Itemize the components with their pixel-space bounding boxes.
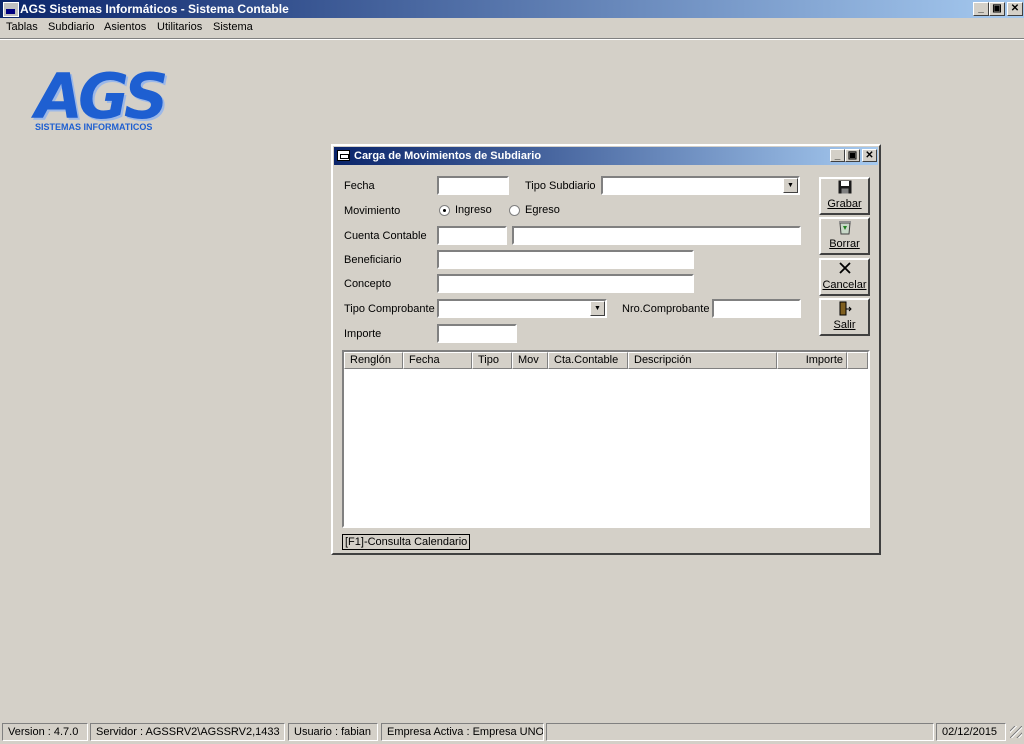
movimiento-label: Movimiento [344, 205, 401, 217]
status-bar: Version : 4.7.0 Servidor : AGSSRV2\AGSSR… [0, 720, 1024, 744]
egreso-radio[interactable] [509, 205, 520, 216]
borrar-button[interactable]: Borrar [819, 217, 870, 255]
menu-asientos[interactable]: Asientos [104, 21, 146, 33]
chevron-down-icon[interactable]: ▼ [783, 178, 798, 193]
status-servidor: Servidor : AGSSRV2\AGSSRV2,1433 [90, 723, 285, 741]
menu-sistema[interactable]: Sistema [213, 21, 253, 33]
app-titlebar: AGS Sistemas Informáticos - Sistema Cont… [0, 0, 1024, 18]
cancelar-label: Cancelar [822, 279, 867, 291]
cuenta-description-input[interactable] [512, 226, 801, 245]
floppy-disk-icon [821, 180, 868, 197]
movimientos-grid[interactable]: Renglón Fecha Tipo Mov Cta.Contable Desc… [342, 350, 870, 528]
importe-label: Importe [344, 328, 382, 340]
movimientos-dialog: Carga de Movimientos de Subdiario _ ▣ ✕ … [331, 144, 881, 555]
menu-divider [0, 39, 1024, 40]
menu-utilitarios[interactable]: Utilitarios [157, 21, 202, 33]
dialog-title: Carga de Movimientos de Subdiario [354, 150, 542, 162]
column-header-filler [847, 352, 868, 369]
borrar-label: Borrar [829, 238, 860, 250]
recycle-bin-icon [821, 220, 868, 238]
fecha-input[interactable] [437, 176, 509, 195]
ingreso-label[interactable]: Ingreso [455, 204, 492, 216]
column-header-tipo[interactable]: Tipo [472, 352, 512, 369]
menu-tablas[interactable]: Tablas [6, 21, 38, 33]
salir-button[interactable]: Salir [819, 298, 870, 336]
logo-subtitle: SISTEMAS INFORMATICOS [35, 122, 153, 132]
status-usuario: Usuario : fabian [288, 723, 378, 741]
status-date: 02/12/2015 [936, 723, 1006, 741]
cancelar-button[interactable]: Cancelar [819, 258, 870, 296]
nro-comprobante-input[interactable] [712, 299, 801, 318]
grabar-button[interactable]: Grabar [819, 177, 870, 215]
restore-button[interactable]: ▣ [989, 2, 1005, 16]
beneficiario-label: Beneficiario [344, 254, 402, 266]
importe-input[interactable] [437, 324, 517, 343]
status-version: Version : 4.7.0 [2, 723, 88, 741]
dialog-maximize-button[interactable]: ▣ [845, 149, 860, 162]
column-header-cta-contable[interactable]: Cta.Contable [548, 352, 628, 369]
cuenta-code-input[interactable] [437, 226, 507, 245]
menu-subdiario[interactable]: Subdiario [48, 21, 94, 33]
dialog-titlebar: Carga de Movimientos de Subdiario _ ▣ ✕ [334, 147, 878, 165]
nro-comprobante-label: Nro.Comprobante [622, 303, 710, 315]
tipo-comprobante-label: Tipo Comprobante [344, 303, 435, 315]
app-window-icon[interactable] [3, 2, 19, 17]
column-header-descripcion[interactable]: Descripción [628, 352, 777, 369]
menu-bar: Tablas Subdiario Asientos Utilitarios Si… [0, 18, 1024, 39]
minimize-button[interactable]: _ [973, 2, 989, 16]
cuenta-contable-label: Cuenta Contable [344, 230, 427, 242]
concepto-label: Concepto [344, 278, 392, 290]
grabar-label: Grabar [827, 198, 862, 210]
chevron-down-icon[interactable]: ▼ [590, 301, 605, 316]
x-mark-icon [821, 261, 868, 278]
salir-label: Salir [833, 319, 856, 331]
column-header-importe[interactable]: Importe [777, 352, 847, 369]
close-button[interactable]: ✕ [1007, 2, 1023, 16]
dialog-window-icon[interactable] [337, 150, 350, 161]
egreso-label[interactable]: Egreso [525, 204, 560, 216]
fecha-label: Fecha [344, 180, 375, 192]
status-empty-panel [546, 723, 934, 741]
status-empresa: Empresa Activa : Empresa UNO [381, 723, 544, 741]
concepto-input[interactable] [437, 274, 694, 293]
ingreso-radio[interactable] [439, 205, 450, 216]
exit-door-icon [821, 301, 868, 319]
beneficiario-input[interactable] [437, 250, 694, 269]
column-header-renglon[interactable]: Renglón [344, 352, 403, 369]
ags-logo: AGS SISTEMAS INFORMATICOS [33, 60, 173, 136]
f1-hint: [F1]-Consulta Calendario [342, 534, 471, 550]
app-title: AGS Sistemas Informáticos - Sistema Cont… [20, 2, 289, 16]
tipo-subdiario-label: Tipo Subdiario [525, 180, 596, 192]
column-header-fecha[interactable]: Fecha [403, 352, 472, 369]
column-header-mov[interactable]: Mov [512, 352, 548, 369]
dialog-minimize-button[interactable]: _ [830, 149, 845, 162]
tipo-comprobante-select[interactable]: ▼ [437, 299, 607, 318]
resize-grip-icon[interactable] [1010, 726, 1022, 738]
dialog-close-button[interactable]: ✕ [862, 149, 877, 162]
grid-header: Renglón Fecha Tipo Mov Cta.Contable Desc… [344, 352, 868, 369]
tipo-subdiario-select[interactable]: ▼ [601, 176, 800, 195]
